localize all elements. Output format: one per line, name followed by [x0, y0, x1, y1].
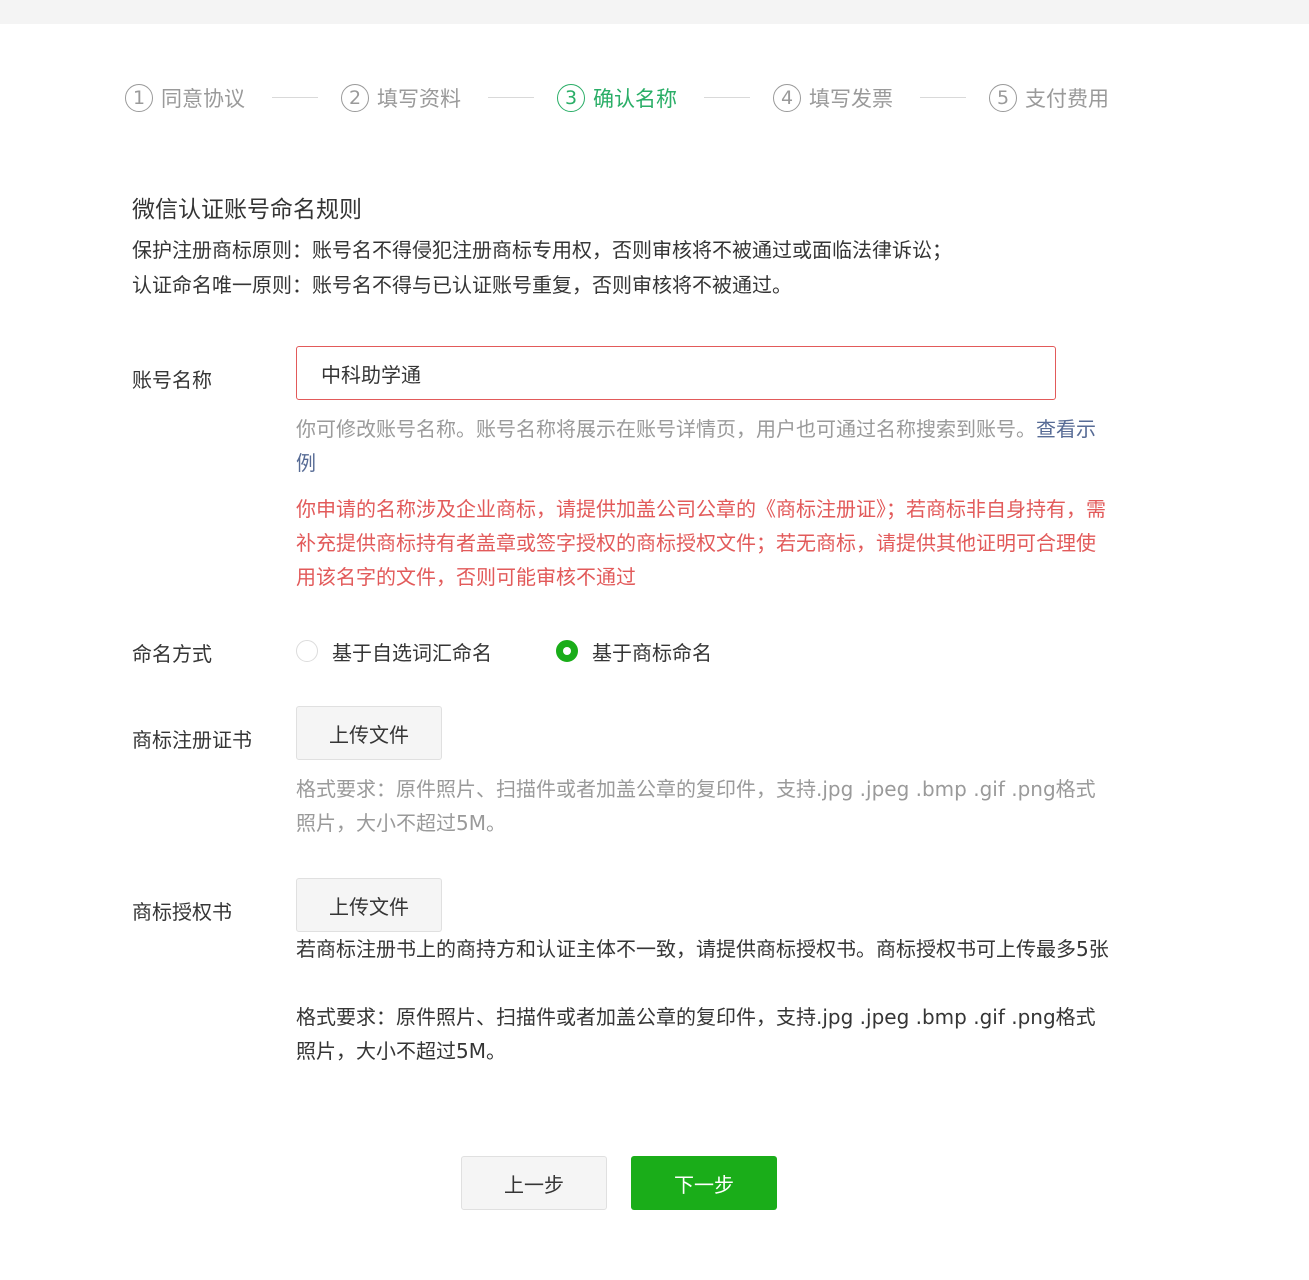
- step-1: 1 同意协议: [125, 80, 245, 116]
- step-4: 4 填写发票: [773, 80, 893, 116]
- step-2-label: 填写资料: [377, 87, 461, 111]
- step-3: 3 确认名称: [557, 80, 677, 116]
- trademark-auth-label: 商标授权书: [132, 900, 232, 924]
- step-5-label: 支付费用: [1025, 87, 1109, 111]
- next-step-button[interactable]: 下一步: [631, 1156, 777, 1210]
- naming-rule-unique: 认证命名唯一原则：账号名不得与已认证账号重复，否则审核将不被通过。: [132, 273, 792, 297]
- step-progress: 1 同意协议 2 填写资料 3 确认名称 4 填写发票 5 支付费用: [125, 80, 1125, 116]
- trademark-auth-note: 若商标注册书上的商持方和认证主体不一致，请提供商标授权书。商标授权书可上传最多5…: [296, 937, 1109, 961]
- naming-rule-trademark: 保护注册商标原则：账号名不得侵犯注册商标专用权，否则审核将不被通过或面临法律诉讼…: [132, 238, 952, 262]
- radio-checked-icon[interactable]: [556, 640, 578, 662]
- account-name-hint: 你可修改账号名称。账号名称将展示在账号详情页，用户也可通过名称搜索到账号。查看示…: [296, 412, 1111, 480]
- step-divider: [272, 97, 318, 98]
- step-1-label: 同意协议: [161, 87, 245, 111]
- trademark-cert-format-hint: 格式要求：原件照片、扫描件或者加盖公章的复印件，支持.jpg .jpeg .bm…: [296, 777, 1096, 835]
- radio-trademark[interactable]: 基于商标命名: [556, 636, 712, 666]
- step-divider: [488, 97, 534, 98]
- upload-trademark-auth-button[interactable]: 上传文件: [296, 878, 442, 932]
- step-divider: [920, 97, 966, 98]
- step-2: 2 填写资料: [341, 80, 461, 116]
- trademark-warning: 你申请的名称涉及企业商标，请提供加盖公司公章的《商标注册证》；若商标非自身持有，…: [296, 497, 1106, 589]
- radio-custom-vocabulary-label: 基于自选词汇命名: [332, 640, 492, 665]
- trademark-cert-label: 商标注册证书: [132, 728, 252, 752]
- step-4-number: 4: [773, 84, 801, 112]
- previous-step-button[interactable]: 上一步: [461, 1156, 607, 1210]
- top-bar: [0, 0, 1309, 24]
- naming-method-label: 命名方式: [132, 642, 212, 666]
- naming-rules-title: 微信认证账号命名规则: [132, 197, 362, 223]
- account-name-label: 账号名称: [132, 368, 212, 392]
- step-divider: [704, 97, 750, 98]
- step-3-number: 3: [557, 84, 585, 112]
- account-name-input[interactable]: [296, 346, 1056, 400]
- step-4-label: 填写发票: [809, 87, 893, 111]
- step-2-number: 2: [341, 84, 369, 112]
- account-name-hint-text: 你可修改账号名称。账号名称将展示在账号详情页，用户也可通过名称搜索到账号。: [296, 417, 1036, 441]
- step-1-number: 1: [125, 84, 153, 112]
- trademark-auth-format-hint: 格式要求：原件照片、扫描件或者加盖公章的复印件，支持.jpg .jpeg .bm…: [296, 1005, 1096, 1063]
- radio-trademark-label: 基于商标命名: [592, 640, 712, 665]
- radio-custom-vocabulary[interactable]: 基于自选词汇命名: [296, 636, 492, 666]
- upload-trademark-cert-button[interactable]: 上传文件: [296, 706, 442, 760]
- radio-circle-icon[interactable]: [296, 640, 318, 662]
- step-3-label: 确认名称: [593, 87, 677, 111]
- step-5-number: 5: [989, 84, 1017, 112]
- step-5: 5 支付费用: [989, 80, 1109, 116]
